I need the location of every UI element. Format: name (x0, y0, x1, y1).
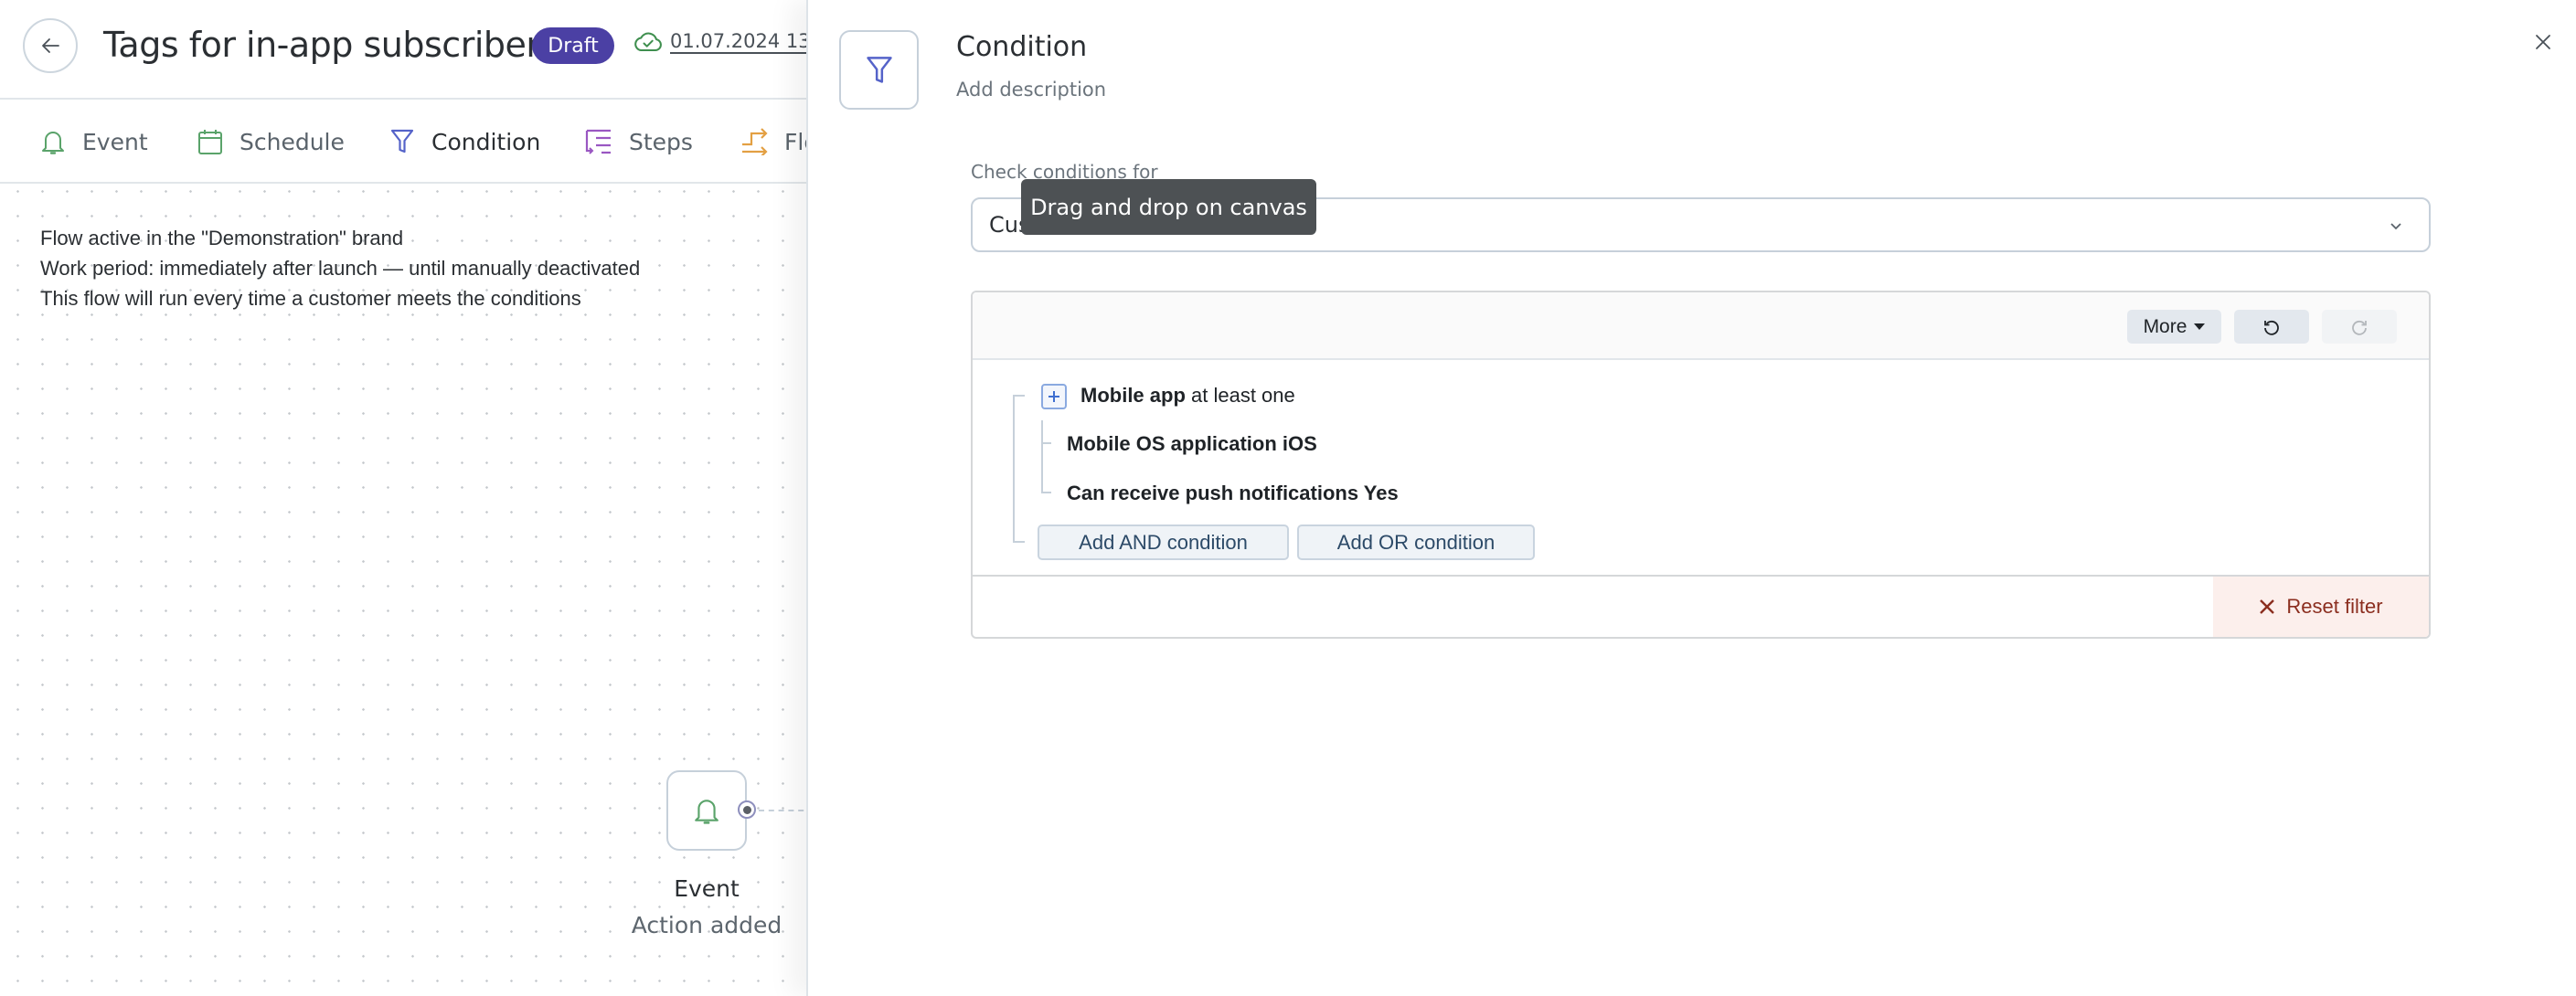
condition-row[interactable]: Can receive push notifications Yes (1067, 482, 1399, 505)
tree-branch (1041, 442, 1051, 444)
close-icon (2536, 35, 2550, 49)
tab-label: Condition (431, 128, 541, 155)
page-title: Tags for in-app subscribers (103, 25, 558, 65)
tab-label: Schedule (240, 128, 345, 155)
node-connection-line (759, 810, 808, 811)
condition-panel: Condition Add description Check conditio… (806, 0, 2576, 996)
block-type-tabs: Event Schedule Condition Steps Flo (0, 101, 808, 184)
close-icon (2260, 599, 2275, 614)
flow-info-brand: Flow active in the "Demonstration" brand (40, 227, 404, 249)
tree-connector-inner (1041, 420, 1051, 493)
redo-icon (2352, 320, 2367, 335)
filter-footer: Reset filter (973, 575, 2429, 637)
condition-text: Mobile OS application iOS (1067, 432, 1317, 455)
funnel-icon (390, 129, 414, 154)
close-button[interactable] (2530, 29, 2556, 55)
reset-filter-button[interactable]: Reset filter (2213, 577, 2429, 637)
chevron-down-icon (2390, 223, 2401, 230)
tree-connector-outer (1013, 395, 1025, 543)
tab-label: Event (82, 128, 148, 155)
condition-group-mobile-app[interactable]: Mobile app at least one (1080, 384, 1295, 408)
redo-button[interactable] (2322, 310, 2397, 344)
panel-title: Condition (956, 31, 1088, 63)
calendar-icon (198, 130, 222, 154)
tab-flow[interactable]: Flo (740, 122, 808, 162)
drag-tooltip: Drag and drop on canvas (1021, 179, 1316, 235)
tree-branch (1041, 492, 1051, 493)
reset-filter-label: Reset filter (2286, 595, 2383, 618)
flow-summary: Flow active in the "Demonstration" brand… (40, 223, 640, 313)
undo-icon (2264, 320, 2279, 335)
back-button[interactable] (23, 18, 78, 73)
group-quantifier: at least one (1185, 384, 1295, 407)
tab-schedule[interactable]: Schedule (197, 122, 345, 162)
condition-text: Can receive push notifications Yes (1067, 482, 1399, 504)
save-status[interactable]: 01.07.2024 13:4 (633, 29, 808, 53)
flow-icon (742, 128, 768, 155)
add-description-link[interactable]: Add description (956, 79, 1106, 101)
panel-block-icon (839, 30, 919, 110)
event-node[interactable] (666, 770, 747, 851)
saved-timestamp[interactable]: 01.07.2024 13:4 (670, 30, 808, 52)
cloud-check-icon (634, 32, 662, 51)
tab-event[interactable]: Event (40, 122, 148, 162)
add-or-condition-button[interactable]: Add OR condition (1297, 524, 1535, 560)
tab-condition[interactable]: Condition (389, 122, 540, 162)
funnel-icon (866, 56, 892, 83)
group-title: Mobile app (1080, 384, 1186, 407)
flow-info-period: Work period: immediately after launch — … (40, 257, 641, 280)
bell-icon (42, 132, 64, 154)
arrow-left-icon (42, 38, 59, 53)
more-label: More (2143, 315, 2187, 337)
undo-button[interactable] (2234, 310, 2309, 344)
more-button[interactable]: More (2127, 310, 2221, 344)
node-title: Event (674, 875, 740, 902)
filter-builder: More Mobile app at least one Mobile OS a… (971, 291, 2431, 639)
flow-editor: Tags for in-app subscribers Draft 01.07.… (0, 0, 808, 996)
steps-icon (585, 129, 611, 154)
page-header: Tags for in-app subscribers Draft 01.07.… (0, 0, 808, 100)
plus-icon (1048, 391, 1059, 402)
flow-info-trigger: This flow will run every time a customer… (40, 287, 581, 310)
expand-group-button[interactable] (1041, 384, 1067, 409)
caret-down-icon (2194, 323, 2206, 330)
filter-toolbar: More (973, 292, 2429, 360)
tab-label: Flo (784, 128, 808, 155)
tab-label: Steps (629, 128, 693, 155)
bell-icon (695, 800, 719, 824)
node-subtitle: Action added (631, 912, 782, 938)
tab-steps[interactable]: Steps (585, 122, 693, 162)
status-badge: Draft (532, 27, 614, 64)
condition-row[interactable]: Mobile OS application iOS (1067, 432, 1317, 456)
add-and-condition-button[interactable]: Add AND condition (1038, 524, 1289, 560)
node-output-port[interactable] (738, 800, 756, 819)
